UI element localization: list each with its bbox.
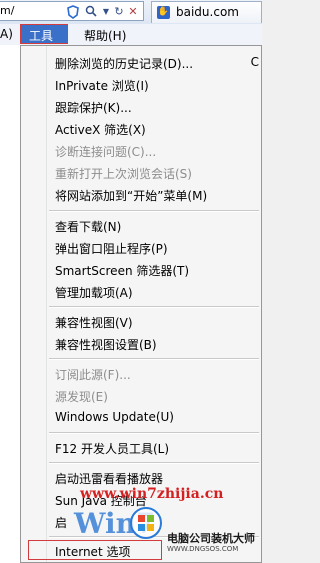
menu-item-diagnose-connection: 诊断连接问题(C)...: [55, 143, 156, 160]
menu-item-smartscreen[interactable]: SmartScreen 筛选器(T): [55, 262, 189, 279]
menu-item-inprivate[interactable]: InPrivate 浏览(I): [55, 77, 149, 94]
menu-item-label: 弹出窗口阻止程序(P): [55, 242, 168, 256]
page-content-edge: [0, 45, 20, 563]
menu-item-popup-blocker[interactable]: 弹出窗口阻止程序(P): [55, 240, 168, 257]
menu-item-label: 诊断连接问题(C)...: [55, 145, 157, 159]
menu-bar: A) 工具(T) 帮助(H): [0, 24, 262, 58]
watermark-domain: WWW.DNGSOS.COM: [167, 545, 239, 553]
baidu-favicon-icon: ✋: [157, 6, 170, 19]
stop-icon[interactable]: ✕: [126, 5, 140, 19]
menu-item-partial[interactable]: 启: [55, 514, 67, 531]
menu-item-f12-tools[interactable]: F12 开发人员工具(L): [55, 440, 169, 457]
menu-item-windows-update[interactable]: Windows Update(U): [55, 410, 174, 424]
menu-separator: [49, 462, 259, 464]
compatibility-view-icon[interactable]: [66, 5, 80, 19]
menu-separator: [49, 210, 259, 212]
address-field[interactable]: m/ ▼ ↻ ✕: [0, 1, 144, 21]
menu-separator: [49, 432, 259, 434]
menu-item-label: ActiveX 筛选(X): [55, 123, 146, 137]
watermark-site: www.win7zhijia.cn: [80, 486, 224, 502]
menu-item-label: 跟踪保护(K)...: [55, 101, 132, 115]
chevron-down-icon[interactable]: ▼: [99, 5, 113, 19]
menu-help[interactable]: 帮助(H): [84, 27, 126, 44]
menu-item-delete-history[interactable]: 删除浏览的历史记录(D)...: [55, 55, 193, 72]
menu-view[interactable]: A): [0, 27, 13, 41]
search-icon[interactable]: [84, 5, 98, 19]
menu-item-subscribe-feed: 订阅此源(F)...: [55, 366, 131, 383]
menu-item-xunlei-player[interactable]: 启动迅雷看看播放器: [55, 470, 163, 487]
menu-item-view-downloads[interactable]: 查看下载(N): [55, 218, 121, 235]
menu-item-label: 源发现(E): [55, 390, 108, 404]
menu-item-tracking-protection[interactable]: 跟踪保护(K)...: [55, 99, 132, 116]
menu-item-compat-view[interactable]: 兼容性视图(V): [55, 314, 133, 331]
menu-item-label: Internet 选项: [55, 545, 131, 559]
menu-item-label: 启: [55, 516, 68, 530]
address-text: m/: [0, 4, 15, 17]
address-bar-row: m/ ▼ ↻ ✕ ✋ baidu.com: [0, 0, 262, 25]
menu-item-label: InPrivate 浏览(I): [55, 79, 149, 93]
menu-item-manage-addons[interactable]: 管理加载项(A): [55, 284, 133, 301]
menu-gutter: [46, 46, 47, 562]
menu-item-label: 兼容性视图设置(B): [55, 338, 157, 352]
win7-logo-icon: Win7: [73, 507, 162, 540]
menu-item-label: 查看下载(N): [55, 220, 122, 234]
menu-item-label: 重新打开上次浏览会话(S): [55, 167, 192, 181]
menu-item-label: 兼容性视图(V): [55, 316, 133, 330]
menu-item-label: 管理加载项(A): [55, 286, 133, 300]
menu-item-internet-options[interactable]: Internet 选项: [55, 543, 130, 560]
menu-item-reopen-session: 重新打开上次浏览会话(S): [55, 165, 192, 182]
menu-item-label: 删除浏览的历史记录(D)...: [55, 57, 194, 71]
tab-title: baidu.com: [176, 5, 239, 19]
menu-item-add-to-start[interactable]: 将网站添加到“开始”菜单(M): [55, 187, 207, 204]
menu-item-label: SmartScreen 筛选器(T): [55, 264, 190, 278]
menu-item-label: 启动迅雷看看播放器: [55, 472, 164, 486]
menu-item-compat-settings[interactable]: 兼容性视图设置(B): [55, 336, 157, 353]
menu-item-label: 将网站添加到“开始”菜单(M): [55, 189, 208, 203]
menu-item-shortcut: C: [250, 55, 259, 69]
browser-tab[interactable]: ✋ baidu.com: [151, 1, 262, 23]
menu-item-label: F12 开发人员工具(L): [55, 442, 170, 456]
menu-separator: [49, 358, 259, 360]
menu-item-feed-discovery: 源发现(E): [55, 388, 108, 405]
menu-separator: [49, 306, 259, 308]
watermark-brand: 电脑公司装机大师: [167, 532, 255, 545]
menu-item-label: Windows Update(U): [55, 410, 174, 424]
refresh-icon[interactable]: ↻: [112, 5, 126, 19]
menu-item-label: 订阅此源(F)...: [55, 368, 131, 382]
menu-tools[interactable]: 工具(T): [20, 24, 68, 58]
menu-item-activex-filter[interactable]: ActiveX 筛选(X): [55, 121, 146, 138]
